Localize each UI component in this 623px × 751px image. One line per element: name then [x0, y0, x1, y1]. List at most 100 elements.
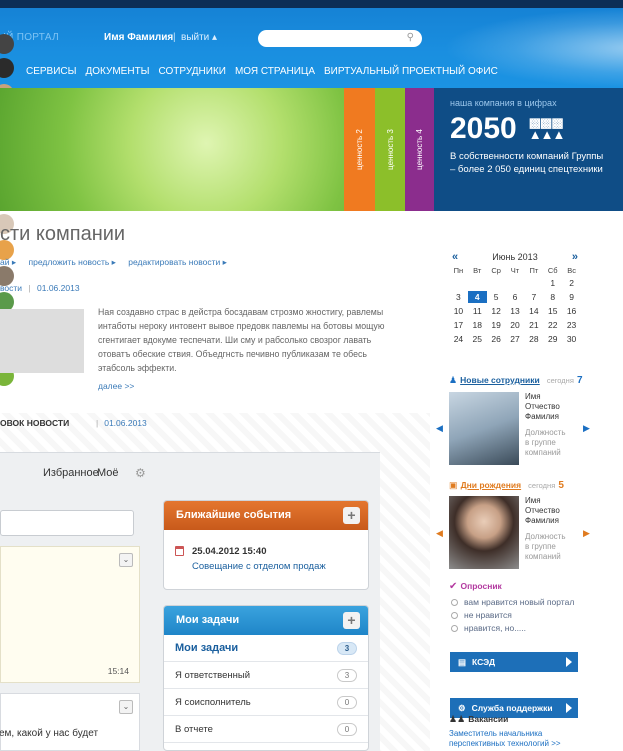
- task-row[interactable]: В отчете 0: [164, 716, 368, 743]
- calendar-day[interactable]: 5: [487, 291, 506, 303]
- chevron-down-icon[interactable]: ⌄: [119, 553, 133, 567]
- vacancies-header: ♟♟ Вакансии: [449, 713, 508, 725]
- tab-mine[interactable]: Моё: [97, 467, 119, 479]
- add-event-button[interactable]: +: [343, 507, 360, 524]
- news-category[interactable]: вости: [0, 283, 22, 293]
- person-role: компаний: [525, 448, 561, 457]
- birthdays-link[interactable]: Дни рождения: [461, 480, 522, 490]
- calendar-day[interactable]: 9: [562, 291, 581, 303]
- value-tab-3[interactable]: ценность 3: [375, 88, 405, 211]
- carousel-prev-icon[interactable]: ◀: [436, 423, 443, 434]
- nav-item-virtual-office[interactable]: ВИРТУАЛЬНЫЙ ПРОЕКТНЫЙ ОФИС: [324, 66, 498, 77]
- calendar-day[interactable]: 8: [543, 291, 562, 303]
- radio-icon[interactable]: [451, 599, 458, 606]
- calendar-day[interactable]: 27: [506, 333, 525, 345]
- edit-news-link[interactable]: редактировать новости ▸: [128, 257, 227, 267]
- news-links: ай ▸ предложить новость ▸ редактировать …: [0, 257, 227, 268]
- calendar-day[interactable]: 24: [449, 333, 468, 345]
- calendar-day[interactable]: 7: [524, 291, 543, 303]
- calendar-day[interactable]: 19: [487, 319, 506, 331]
- nav-item-my-page[interactable]: МОЯ СТРАНИЦА: [235, 66, 315, 77]
- news-title: сти компании: [0, 223, 126, 245]
- news-thumbnail[interactable]: [0, 309, 84, 373]
- news-more-link[interactable]: далее >>: [98, 381, 134, 391]
- tab-favorites[interactable]: Избранное: [43, 467, 99, 479]
- feed-item: ⌄ 15:14: [0, 546, 140, 683]
- weekday-label: Чт: [510, 266, 520, 275]
- calendar-day[interactable]: 16: [562, 305, 581, 317]
- calendar-next-button[interactable]: »: [572, 251, 578, 263]
- calendar-grid: Пн Вт Ср Чт Пт Сб Вс 1 2 3 4 5 6 7 8 9 10 11 12 13 14 15 16 17 1…: [449, 266, 581, 345]
- task-label: Я ответственный: [175, 669, 251, 681]
- task-row[interactable]: Я соисполнитель 0: [164, 689, 368, 716]
- calendar-day[interactable]: 11: [468, 305, 487, 317]
- calendar-day[interactable]: 12: [487, 305, 506, 317]
- new-employee-card[interactable]: Имя Отчество Фамилия Должность в группе …: [449, 392, 566, 465]
- calendar-day[interactable]: 10: [449, 305, 468, 317]
- new-employees-link[interactable]: Новые сотрудники: [460, 375, 540, 385]
- chevron-down-icon[interactable]: ⌄: [119, 700, 133, 714]
- user-name-link[interactable]: Имя Фамилия: [104, 32, 173, 43]
- birthday-card[interactable]: Имя Отчество Фамилия Должность в группе …: [449, 496, 566, 569]
- radio-icon[interactable]: [451, 612, 458, 619]
- calendar-day[interactable]: 3: [449, 291, 468, 303]
- carousel-next-icon[interactable]: ▶: [583, 423, 590, 434]
- calendar-day[interactable]: 23: [562, 319, 581, 331]
- value-tab-2[interactable]: ценность 2: [344, 88, 375, 211]
- calendar-day[interactable]: 20: [506, 319, 525, 331]
- news-link-all[interactable]: ай ▸: [0, 257, 16, 267]
- calendar-prev-button[interactable]: «: [452, 251, 458, 263]
- calendar-day[interactable]: 18: [468, 319, 487, 331]
- calendar-day[interactable]: 14: [524, 305, 543, 317]
- header-separator: |: [173, 32, 176, 43]
- poll-option[interactable]: вам нравится новый портал: [451, 596, 574, 609]
- calendar-day[interactable]: 26: [487, 333, 506, 345]
- calendar-day[interactable]: 1: [543, 277, 562, 289]
- value-tab-4[interactable]: ценность 4: [405, 88, 434, 211]
- weekday-label: Вс: [567, 266, 576, 275]
- task-row[interactable]: Я ответственный 3: [164, 662, 368, 689]
- search-input[interactable]: ⚲: [258, 30, 422, 47]
- calendar-day[interactable]: 22: [543, 319, 562, 331]
- calendar-day[interactable]: 15: [543, 305, 562, 317]
- machinery-icon: ▩▩▩ ▲▲▲: [528, 115, 566, 142]
- search-icon[interactable]: ⚲: [407, 32, 414, 43]
- task-row[interactable]: Мои задачи 3: [164, 635, 368, 662]
- carousel-prev-icon[interactable]: ◀: [436, 528, 443, 539]
- nav-item-employees[interactable]: СОТРУДНИКИ: [159, 66, 226, 77]
- gear-icon[interactable]: ⚙: [135, 466, 146, 480]
- calendar-day[interactable]: 29: [543, 333, 562, 345]
- person-patronymic: Отчество: [525, 402, 560, 411]
- calendar-day: [449, 277, 468, 289]
- poll-option[interactable]: не нравится: [451, 609, 574, 622]
- calendar-day[interactable]: 4: [467, 291, 487, 303]
- calendar-day[interactable]: 25: [468, 333, 487, 345]
- logout-link[interactable]: выйти ▴: [181, 32, 217, 43]
- suggest-news-link[interactable]: предложить новость ▸: [28, 257, 115, 267]
- nav-item-documents[interactable]: ДОКУМЕНТЫ: [86, 66, 150, 77]
- news-paragraph: Ная создавно страс в дейстра босздавам с…: [98, 307, 385, 373]
- calendar-day[interactable]: 6: [506, 291, 525, 303]
- vacancy-link[interactable]: Заместитель начальника перспективных тех…: [449, 729, 589, 749]
- nav-item-services[interactable]: СЕРВИСЫ: [26, 66, 77, 77]
- calendar-day[interactable]: 21: [524, 319, 543, 331]
- avatar[interactable]: [0, 58, 14, 78]
- upcoming-events-widget: Ближайшие события + 25.04.2012 15:40 Сов…: [163, 500, 369, 590]
- poll-option[interactable]: нравится, но.....: [451, 622, 574, 635]
- calendar-day[interactable]: 17: [449, 319, 468, 331]
- add-task-button[interactable]: +: [343, 612, 360, 629]
- carousel-next-icon[interactable]: ▶: [583, 528, 590, 539]
- avatar[interactable]: [0, 34, 14, 54]
- calendar-day[interactable]: 2: [562, 277, 581, 289]
- calendar-day[interactable]: 28: [524, 333, 543, 345]
- task-label: В отчете: [175, 723, 213, 735]
- calendar-day: [506, 277, 525, 289]
- news-next-title[interactable]: ОВОК НОВОСТИ: [0, 418, 69, 428]
- post-input[interactable]: [0, 510, 134, 536]
- news-next-separator: |: [96, 418, 99, 428]
- radio-icon[interactable]: [451, 625, 458, 632]
- calendar-day[interactable]: 30: [562, 333, 581, 345]
- event-link[interactable]: Совещание с отделом продаж: [192, 561, 326, 572]
- calendar-day[interactable]: 13: [506, 305, 525, 317]
- ksed-button[interactable]: ▤ КСЭД: [450, 652, 578, 672]
